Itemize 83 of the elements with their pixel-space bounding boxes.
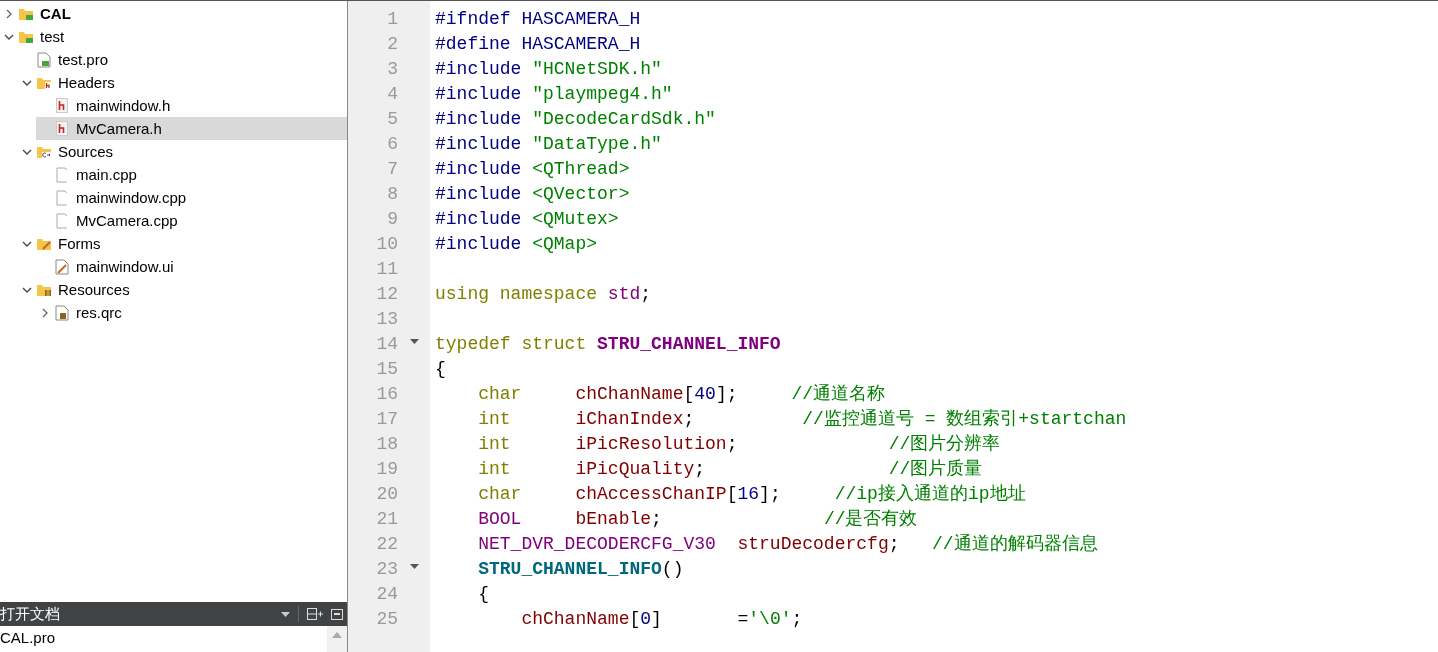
folder-icon	[36, 75, 52, 90]
line-number: 21	[375, 508, 398, 531]
folder-icon	[36, 236, 52, 251]
line-number: 7	[386, 158, 398, 181]
folder-icon	[36, 144, 52, 159]
tree-item[interactable]: Sources	[18, 140, 347, 163]
line-number: 8	[386, 183, 398, 206]
tree-item[interactable]: res.qrc	[36, 301, 347, 324]
line-number: 10	[375, 233, 398, 256]
file-icon	[56, 166, 68, 183]
line-number: 13	[375, 308, 398, 331]
line-number: 12	[375, 283, 398, 306]
code-line: STRU_CHANNEL_INFO()	[477, 558, 684, 581]
code-line: int iPicResolution; //图片分辨率	[477, 433, 1001, 456]
project-folder-icon	[18, 6, 34, 21]
code-line: int iChanIndex; //监控通道号 = 数组索引+startchan	[477, 408, 1127, 431]
header-file-icon	[56, 98, 68, 113]
tree-item[interactable]: Forms	[18, 232, 347, 255]
resource-file-icon	[55, 304, 69, 321]
form-file-icon	[55, 258, 69, 275]
line-number: 19	[375, 458, 398, 481]
code-line: BOOL bEnable; //是否有效	[477, 508, 918, 531]
project-folder-icon	[18, 29, 34, 44]
close-panel-icon[interactable]	[331, 608, 343, 620]
line-number: 24	[375, 583, 398, 606]
code-line: #include <QThread>	[435, 158, 630, 181]
code-line: NET_DVR_DECODERCFG_V30 struDecodercfg; //通道的解码器信息	[477, 533, 1098, 556]
open-document-item[interactable]: CAL.pro	[0, 626, 327, 652]
code-line: char chChanName[40]; //通道名称	[477, 383, 886, 406]
code-line: #include "DecodeCardSdk.h"	[435, 108, 716, 131]
code-line: #include "HCNetSDK.h"	[435, 58, 662, 81]
code-line: {	[477, 583, 489, 606]
tree-item[interactable]: test	[0, 25, 347, 48]
line-number: 3	[386, 58, 398, 81]
line-number: 14	[375, 333, 398, 356]
tree-item[interactable]: CAL	[0, 2, 347, 25]
code-line: char chAccessChanIP[16]; //ip接入通道的ip地址	[477, 483, 1026, 506]
code-line: #include <QVector>	[435, 183, 630, 206]
tree-item[interactable]: mainwindow.ui	[36, 255, 347, 278]
code-line: #include <QMutex>	[435, 208, 619, 231]
file-icon	[56, 212, 68, 229]
header-file-icon	[56, 121, 68, 136]
tree-item[interactable]: main.cpp	[36, 163, 347, 186]
tree-item[interactable]: MvCamera.h	[36, 117, 347, 140]
panel-title: 打开文档	[0, 604, 61, 624]
tree-item[interactable]: test.pro	[18, 48, 347, 71]
code-line: using namespace std;	[435, 283, 652, 306]
line-number: 22	[375, 533, 398, 556]
code-line: typedef struct STRU_CHANNEL_INFO	[435, 333, 781, 356]
code-line: #ifndef HASCAMERA_H	[435, 8, 641, 31]
code-line: {	[435, 358, 446, 381]
fold-arrow-icon[interactable]	[409, 338, 419, 345]
line-number: 1	[386, 8, 398, 31]
split-icon[interactable]	[307, 608, 323, 620]
tree-item[interactable]: mainwindow.h	[36, 94, 347, 117]
file-icon	[56, 189, 68, 206]
line-number: 4	[386, 83, 398, 106]
folder-icon	[36, 282, 52, 297]
code-line: int iPicQuality; //图片质量	[477, 458, 983, 481]
code-line: #include <QMap>	[435, 233, 598, 256]
line-number: 15	[375, 358, 398, 381]
tree-item[interactable]: MvCamera.cpp	[36, 209, 347, 232]
code-line: #include "DataType.h"	[435, 133, 662, 156]
line-number: 17	[375, 408, 398, 431]
line-number: 18	[375, 433, 398, 456]
line-number: 25	[375, 608, 398, 631]
code-line: #define HASCAMERA_H	[435, 33, 641, 56]
line-number: 16	[375, 383, 398, 406]
line-number: 11	[375, 258, 398, 281]
fold-arrow-icon[interactable]	[409, 563, 419, 570]
tree-item[interactable]: Resources	[18, 278, 347, 301]
line-number: 5	[386, 108, 398, 131]
line-number: 9	[386, 208, 398, 231]
tree-item[interactable]: Headers	[18, 71, 347, 94]
line-number: 2	[386, 33, 398, 56]
tree-item[interactable]: mainwindow.cpp	[36, 186, 347, 209]
line-number: 23	[375, 558, 398, 581]
line-number: 20	[375, 483, 398, 506]
line-number: 6	[386, 133, 398, 156]
dropdown-arrow-icon[interactable]	[281, 611, 290, 617]
code-line: #include "plaympeg4.h"	[435, 83, 673, 106]
project-file-icon	[37, 51, 51, 68]
code-line: chChanName[0] ='\0';	[520, 608, 803, 631]
